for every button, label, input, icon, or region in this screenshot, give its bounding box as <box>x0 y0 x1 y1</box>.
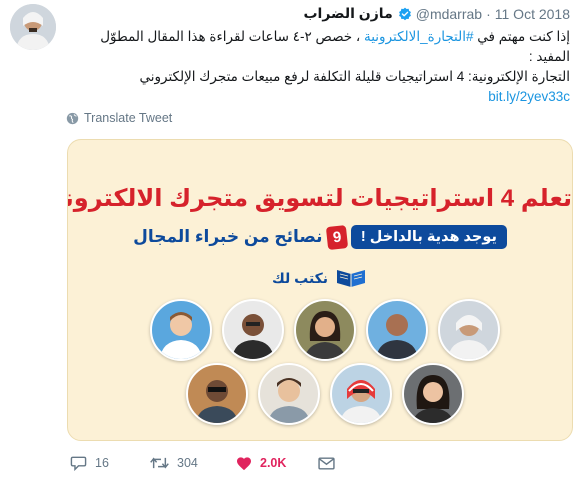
reply-button[interactable]: 16 <box>70 455 150 471</box>
direct-message-button[interactable] <box>318 456 335 470</box>
globe-icon <box>66 112 79 124</box>
tips-number-badge: 9 <box>325 224 349 250</box>
card-title: تعلم 4 استراتيجيات لتسويق متجرك الالكترو… <box>67 185 572 212</box>
brand-logo: نكتب لك <box>68 268 572 288</box>
tweet-line-1: إذا كنت مهتم في #التجارة_الالكترونية ، خ… <box>70 27 570 67</box>
like-button[interactable]: 2.0K <box>236 456 318 471</box>
envelope-icon <box>318 456 335 470</box>
expert-portrait-1 <box>150 299 212 361</box>
expert-portrait-5 <box>438 299 500 361</box>
tweet-header: مازن الضراب @mdarrab · 11 Oct 2018 <box>303 5 570 22</box>
expert-portrait-2 <box>222 299 284 361</box>
tweet-date[interactable]: 11 Oct 2018 <box>495 6 570 22</box>
tips-label: نصائح من خبراء المجال <box>133 227 323 246</box>
display-name[interactable]: مازن الضراب <box>303 5 392 22</box>
retweet-icon <box>150 457 169 469</box>
tweet-actions: 16 304 2.0K <box>70 455 335 471</box>
expert-portrait-9 <box>402 363 464 425</box>
brand-name: نكتب لك <box>271 269 329 286</box>
expert-portrait-4 <box>366 299 428 361</box>
expert-portrait-6 <box>186 363 248 425</box>
expert-portrait-8 <box>330 363 392 425</box>
retweet-count: 304 <box>177 456 198 470</box>
expert-portrait-7 <box>258 363 320 425</box>
retweet-button[interactable]: 304 <box>150 456 236 470</box>
tweet-line-2: التجارة الإلكترونية: 4 استراتيجيات قليلة… <box>139 69 570 84</box>
hashtag-link[interactable]: #التجارة_الالكترونية <box>364 29 474 44</box>
handle[interactable]: @mdarrab <box>416 6 482 22</box>
tweet-image-card[interactable]: تعلم 4 استراتيجيات لتسويق متجرك الالكترو… <box>67 139 573 441</box>
short-link[interactable]: bit.ly/2yev33c <box>488 89 570 104</box>
reply-icon <box>70 456 87 471</box>
separator-dot: · <box>486 5 491 22</box>
like-count: 2.0K <box>260 456 287 470</box>
tweet-text-prefix: إذا كنت مهتم في <box>473 29 570 44</box>
avatar-image <box>10 4 56 50</box>
card-subtitle-row: يوجد هدية بالداخل ! 9 نصائح من خبراء الم… <box>68 224 572 250</box>
tweet-text: إذا كنت مهتم في #التجارة_الالكترونية ، خ… <box>70 27 570 107</box>
translate-label: Translate Tweet <box>84 111 173 125</box>
expert-portrait-3 <box>294 299 356 361</box>
tweet-link-line: bit.ly/2yev33c <box>70 87 570 107</box>
translate-tweet-button[interactable]: Translate Tweet <box>66 111 172 125</box>
reply-count: 16 <box>95 456 109 470</box>
heart-icon <box>237 456 251 470</box>
avatar[interactable] <box>10 4 56 50</box>
verified-badge-icon <box>398 7 411 20</box>
gift-banner: يوجد هدية بالداخل ! <box>350 225 507 249</box>
tweet: مازن الضراب @mdarrab · 11 Oct 2018 إذا ك… <box>0 0 580 486</box>
book-logo-icon <box>337 270 366 287</box>
